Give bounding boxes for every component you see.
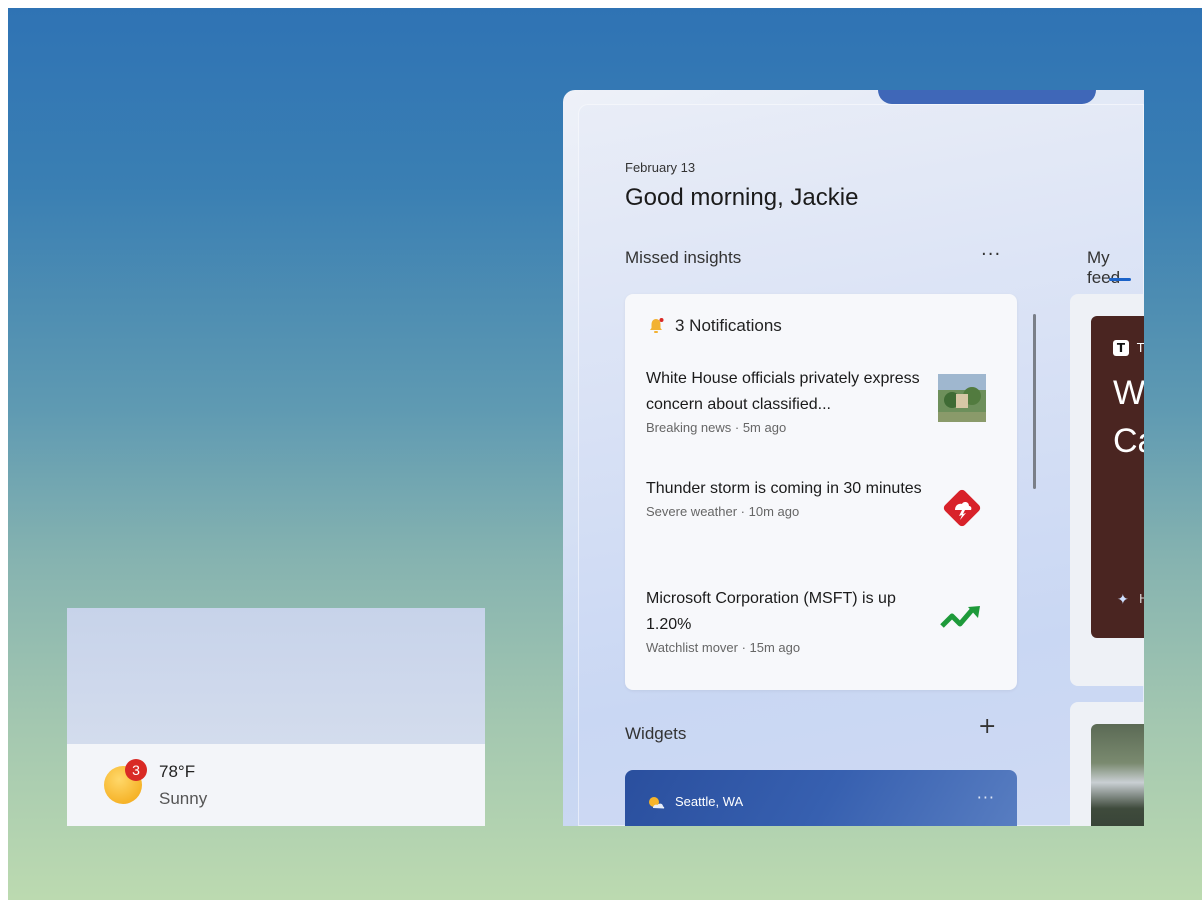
notification-title: Thunder storm is coming in 30 minutes bbox=[646, 480, 922, 497]
widgets-board: February 13 Good morning, Jackie Missed … bbox=[578, 104, 1144, 826]
notification-item-weather[interactable]: Thunder storm is coming in 30 minutes Se… bbox=[646, 476, 1006, 527]
scrollbar-thumb[interactable] bbox=[1033, 314, 1036, 489]
notification-item-stock[interactable]: Microsoft Corporation (MSFT) is up 1.20%… bbox=[646, 586, 1006, 655]
missed-insights-title: Missed insights bbox=[625, 248, 742, 267]
feed-source-text: T bbox=[1137, 341, 1144, 355]
greeting-title: Good morning, Jackie bbox=[625, 184, 859, 211]
sparkle-icon: ✦ bbox=[1117, 592, 1129, 608]
desktop-background: 3 78°F Sunny February 13 Good morning, J… bbox=[8, 8, 1202, 900]
weather-card-preview bbox=[67, 608, 485, 744]
partly-cloudy-icon bbox=[649, 797, 665, 809]
bell-icon bbox=[650, 318, 664, 333]
tab-my-feed[interactable]: My feed bbox=[1087, 248, 1144, 288]
feed-headline-line1: Wh bbox=[1113, 374, 1144, 412]
notifications-count-text: 3 Notifications bbox=[675, 316, 782, 335]
notifications-header: 3 Notifications bbox=[647, 316, 782, 336]
feed-image-trees bbox=[1091, 724, 1144, 826]
weather-widget[interactable]: Seattle, WA ··· bbox=[625, 770, 1017, 826]
date-text: February 13 bbox=[625, 160, 696, 175]
widgets-title: Widgets bbox=[625, 724, 687, 743]
widgets-panel: February 13 Good morning, Jackie Missed … bbox=[563, 90, 1144, 826]
notification-item-news[interactable]: White House officials privately express … bbox=[646, 366, 1006, 435]
panel-top-accent bbox=[878, 90, 1096, 104]
condition-text: Sunny bbox=[159, 789, 208, 808]
temperature-text: 78°F bbox=[159, 762, 196, 781]
storm-warning-icon bbox=[943, 489, 981, 527]
add-widget-button[interactable]: + bbox=[978, 714, 996, 739]
tab-selected-indicator bbox=[1109, 278, 1131, 281]
feed-headline-line2: Ca bbox=[1113, 422, 1144, 460]
notification-title: Microsoft Corporation (MSFT) is up 1.20% bbox=[646, 590, 896, 633]
notification-meta: Breaking news · 5m ago bbox=[646, 420, 787, 435]
missed-insights-more-button[interactable]: ··· bbox=[981, 244, 1001, 265]
taskbar-weather-card[interactable]: 3 78°F Sunny bbox=[67, 608, 485, 826]
news-thumbnail-icon bbox=[938, 374, 986, 422]
notification-badge: 3 bbox=[125, 759, 147, 781]
weather-widget-more-button[interactable]: ··· bbox=[977, 788, 995, 807]
stock-up-icon bbox=[940, 606, 980, 628]
feed-footer-text: Hi bbox=[1139, 592, 1144, 606]
feed-article-card[interactable]: T T Wh Ca ✦ Hi bbox=[1091, 316, 1144, 638]
weather-location-text: Seattle, WA bbox=[675, 794, 744, 809]
nyt-logo-icon: T bbox=[1113, 340, 1129, 356]
taskbar-weather-button[interactable]: 3 78°F Sunny bbox=[67, 744, 485, 826]
notification-title: White House officials privately express … bbox=[646, 370, 920, 413]
notification-meta: Watchlist mover · 15m ago bbox=[646, 640, 801, 655]
notifications-card: 3 Notifications White House officials pr… bbox=[625, 294, 1017, 690]
